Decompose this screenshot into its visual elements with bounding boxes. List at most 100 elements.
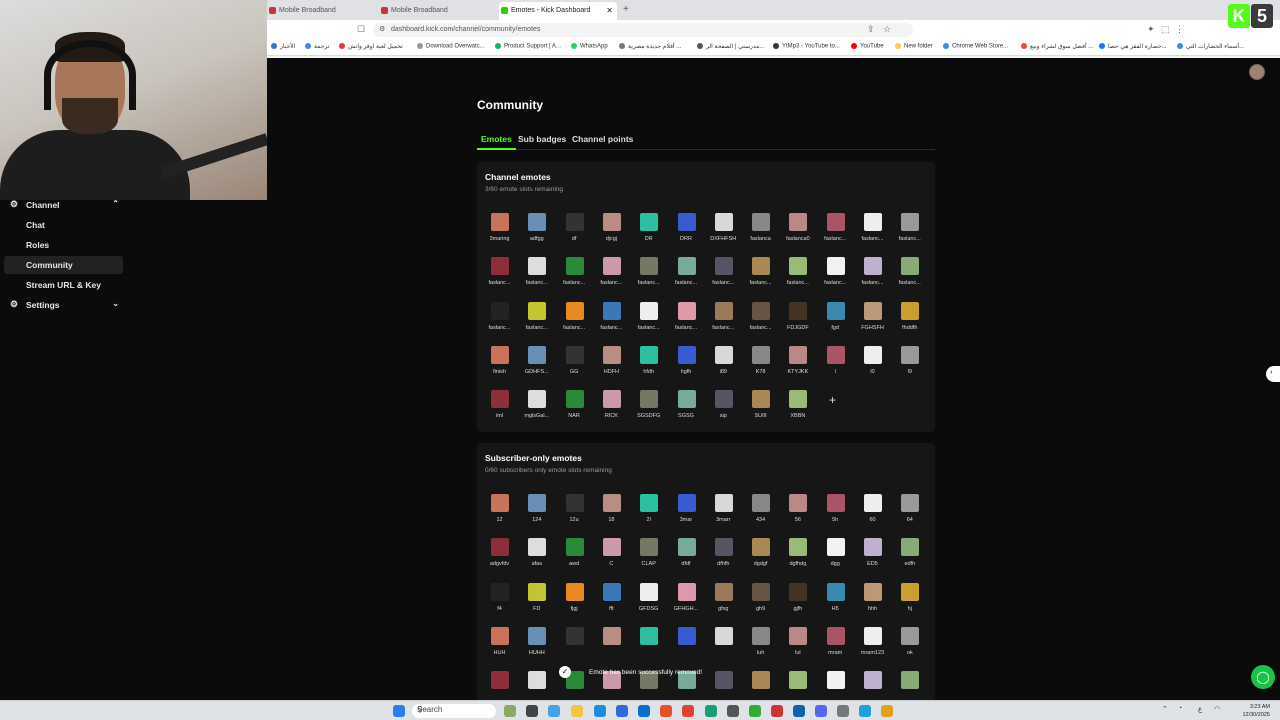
emote-item[interactable]: gfsg [705,582,742,627]
emote-item[interactable]: faslanc... [705,301,742,346]
emote-item[interactable]: faslanc... [705,257,742,301]
store-icon[interactable] [616,705,628,717]
emote-item[interactable]: K78 [742,345,779,390]
emote-item[interactable]: 124 [518,494,555,538]
emote-item[interactable]: DXFHFSH [705,213,742,257]
emote-item[interactable]: GFDSG [630,582,667,627]
app-icon[interactable] [705,705,717,717]
emote-item[interactable]: DR [630,213,667,257]
emote-item[interactable]: lul [779,626,816,671]
browser-tab[interactable]: Mobile Broadband [379,2,497,20]
tab-emotes[interactable]: Emotes [477,134,516,150]
emote-item[interactable]: GFHGH... [668,582,705,627]
emote-item[interactable]: l [817,345,854,390]
bookmark-item[interactable]: مدرستي | الصفحة الر... [697,43,764,50]
emote-item[interactable]: faslanc... [668,257,705,301]
emote-item[interactable]: faslanc... [518,301,555,346]
emote-item[interactable]: faslanc... [779,257,816,301]
extension-icon[interactable]: ✦ [1147,24,1155,35]
emote-item[interactable]: faslanc... [891,257,928,301]
bookmark-item[interactable]: تحميل لعبة اوفر واتش [339,43,403,50]
tab-channel-points[interactable]: Channel points [572,134,633,144]
emote-item[interactable]: mram123 [854,626,891,671]
emote-item[interactable]: faslanc... [481,301,518,346]
bookmark-item[interactable]: أفلام جديدة مصرية ... [619,43,681,50]
emote-item[interactable]: adfgg [518,213,555,257]
sidebar-item-community[interactable]: Community [4,256,123,274]
browser-tab-active[interactable]: Emotes - Kick Dashboard ✕ [499,2,617,20]
emote-item[interactable]: HUHH [518,626,555,671]
avatar[interactable] [1249,64,1265,80]
add-emote-button[interactable]: + [829,393,836,407]
emote-item[interactable]: fft [593,582,630,627]
mail-icon[interactable] [638,705,650,717]
file-explorer-icon[interactable] [571,705,583,717]
network-icon[interactable]: ◔ [1178,705,1182,712]
widgets-icon[interactable] [504,705,516,717]
emote-item[interactable]: i89 [705,345,742,390]
app-icon[interactable] [837,705,849,717]
emote-item[interactable]: faslanc... [668,301,705,346]
emote-item[interactable]: 434 [742,494,779,538]
emote-item[interactable]: dgdgf [742,538,779,582]
emote-item[interactable]: faslanc... [817,213,854,257]
bookmark-item[interactable]: YtMp3 - YouTube to... [773,43,840,50]
app-icon[interactable] [793,705,805,717]
emote-item[interactable]: hhh [854,582,891,627]
emote-item[interactable]: djcgj [593,213,630,257]
emote-item[interactable]: faslanc... [481,257,518,301]
taskbar-search[interactable]: ⚲ Search [412,704,496,718]
emote-item[interactable]: ok [891,626,928,671]
emote-item[interactable]: l9 [891,345,928,390]
emote-item[interactable]: faslanca [742,213,779,257]
app-icon[interactable] [881,705,893,717]
tray-chevron-icon[interactable]: ⌃ [1162,705,1168,713]
emote-item[interactable]: CLAP [630,538,667,582]
emote-item[interactable]: adgvfdv [481,538,518,582]
emote-item[interactable]: faslanc... [630,257,667,301]
bookmark-item[interactable]: Download Overwatc... [417,43,485,50]
taskbar-clock[interactable]: 3:23 AM 12/30/2025 [1242,703,1270,719]
emote-item[interactable]: 2l [630,494,667,538]
emote-item[interactable]: XBBN [779,390,816,434]
emote-item[interactable]: fjgj [556,582,593,627]
emote-item[interactable]: faslanc... [556,257,593,301]
emote-item[interactable]: C [593,538,630,582]
bookmark-item[interactable]: Chrome Web Store... [943,43,1008,50]
site-info-icon[interactable]: ⚙ [379,25,385,33]
sidebar-item-stream-url-key[interactable]: Stream URL & Key [4,276,123,294]
task-view-icon[interactable] [526,705,538,717]
emote-item[interactable]: gjfh [779,582,816,627]
emote-item[interactable]: mglsGal... [518,390,555,434]
bookmark-item[interactable]: الأخبار [271,43,295,50]
emote-item[interactable]: df [556,213,593,257]
emote-item[interactable]: NAR [556,390,593,434]
emote-item[interactable]: faslanc... [854,257,891,301]
app-icon[interactable] [771,705,783,717]
bookmark-item[interactable]: أفضل سوق لشراء وبيع ... [1021,43,1093,50]
emote-item[interactable]: 3mar [668,494,705,538]
emote-item[interactable]: faslanc... [854,213,891,257]
emote-item[interactable]: f4 [481,582,518,627]
emote-item[interactable]: iml [481,390,518,434]
brave-icon[interactable] [660,705,672,717]
emote-item[interactable]: 56 [779,494,816,538]
emote-item[interactable]: SGSDFG [630,390,667,434]
emote-item[interactable]: edfh [891,538,928,582]
sidebar-item-channel[interactable]: ⚙ Channel ⌃ [4,196,123,214]
emote-item[interactable]: faslanc... [891,213,928,257]
keyboard-language[interactable]: ع [1198,705,1202,713]
emote-item[interactable]: GG [556,345,593,390]
emote-item[interactable]: DRR [668,213,705,257]
new-tab-button[interactable]: + [623,4,629,15]
emote-item[interactable]: hgfh [668,345,705,390]
share-icon[interactable]: ⇪ [867,24,875,35]
emote-item[interactable]: dgfhdg [779,538,816,582]
star-icon[interactable]: ☆ [883,24,891,35]
emote-item[interactable]: mram [817,626,854,671]
emote-item[interactable]: 3marr [705,494,742,538]
app-icon[interactable] [749,705,761,717]
chat-support-icon[interactable]: ◯ [1251,665,1275,689]
emote-item[interactable]: faslanca0 [779,213,816,257]
emote-item[interactable]: luh [742,626,779,671]
